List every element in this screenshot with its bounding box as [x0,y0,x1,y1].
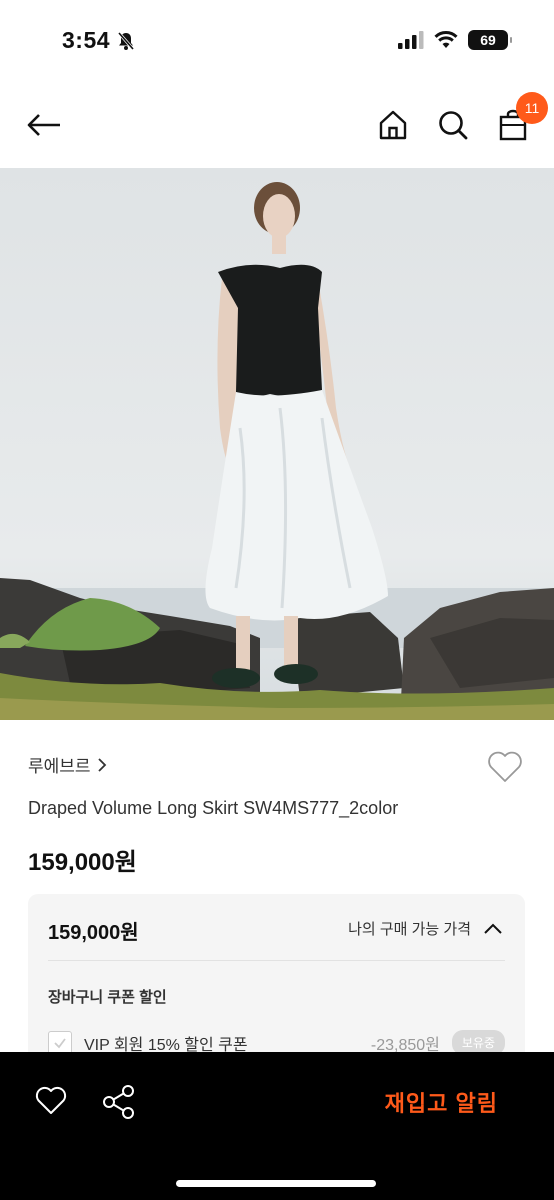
product-price: 159,000원 [28,849,137,876]
share-icon [103,1085,134,1119]
heart-icon [35,1086,67,1114]
search-icon [439,111,468,140]
wishlist-button[interactable] [486,750,524,786]
status-indicators: 69 [398,30,512,50]
product-title: Draped Volume Long Skirt SW4MS777_2color [28,798,399,818]
my-price-toggle[interactable]: 나의 구매 가능 가격 [348,918,503,939]
time-text: 3:54 [62,27,111,53]
share-button[interactable] [102,1084,136,1120]
battery-level: 69 [480,32,496,48]
back-arrow-icon [27,114,60,136]
chevron-up-icon [484,923,502,934]
coupon-label: VIP 회원 15% 할인 쿠폰 [84,1036,248,1054]
home-icon [379,110,407,140]
chevron-right-icon [97,757,106,772]
coupon-checkbox[interactable] [48,1030,72,1055]
divider [48,960,505,961]
restock-alert-button[interactable]: 재입고 알림 [385,1086,498,1118]
home-button[interactable] [374,106,412,144]
price-detail-box: 159,000원 나의 구매 가능 가격 장바구니 쿠폰 할인 VIP 회원 1… [28,894,525,1064]
product-photo [0,168,554,720]
product-image[interactable] [0,168,554,720]
cellular-signal-icon [398,31,424,49]
price-box-price: 159,000원 [48,922,139,944]
brand-name: 루에브르 [28,757,91,776]
back-button[interactable] [26,108,66,142]
battery-indicator: 69 [468,30,512,50]
my-price-label: 나의 구매 가능 가격 [348,921,471,938]
cart-count-badge: 11 [516,92,548,124]
wifi-icon [434,31,458,48]
coupon-amount: -23,850원 [370,1036,440,1054]
cart-button[interactable]: 11 [494,92,548,144]
status-time: 3:54 [62,27,136,54]
bottom-action-bar: 재입고 알림 [0,1052,554,1200]
brand-link[interactable]: 루에브르 [28,752,107,777]
search-button[interactable] [434,106,472,144]
status-bar: 3:54 69 [0,0,554,84]
top-nav-bar: 11 [0,84,554,168]
header-actions: 11 [374,92,548,144]
home-indicator[interactable] [176,1180,376,1187]
heart-outline-icon [488,751,522,782]
bell-muted-icon [117,31,135,50]
coupon-heading: 장바구니 쿠폰 할인 [48,989,167,1006]
check-icon [54,1037,66,1048]
bottom-wishlist-button[interactable] [34,1086,68,1118]
